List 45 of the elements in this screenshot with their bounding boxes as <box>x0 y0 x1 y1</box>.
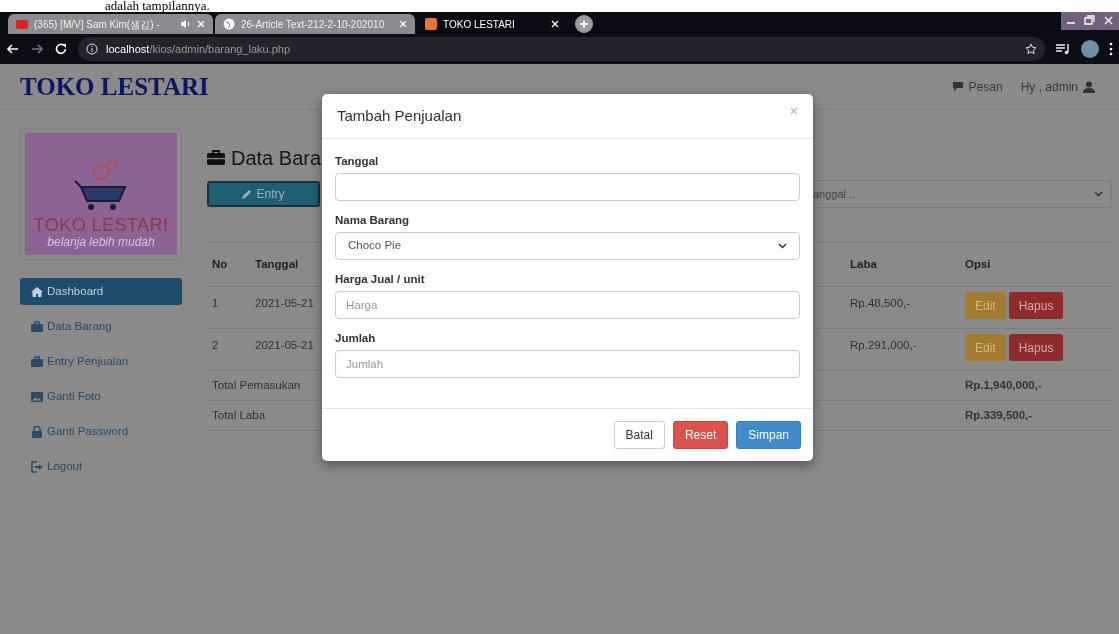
total-value: Rp.1,940,000,- <box>960 371 1112 401</box>
edit-button[interactable]: Edit <box>965 292 1006 319</box>
sidebar-nav-item[interactable]: Entry Penjualan <box>20 349 182 375</box>
reset-button[interactable]: Reset <box>672 421 729 449</box>
browser-tab[interactable]: TOKO LESTARI <box>417 14 567 34</box>
messages-link[interactable]: Pesan <box>951 77 1003 96</box>
delete-button[interactable]: Hapus <box>1008 292 1064 319</box>
column-header: Laba <box>845 243 960 287</box>
column-header: Opsi <box>960 243 1112 287</box>
field-label: Jumlah <box>335 331 377 345</box>
entry-button[interactable]: Entry <box>207 181 320 207</box>
table-cell: 2 <box>207 329 250 371</box>
date-filter-select[interactable]: anggal .. <box>813 180 1112 208</box>
logo-title: TOKO LESTARI <box>33 215 169 235</box>
input-field[interactable]: Jumlah <box>335 350 800 378</box>
modal-title: Tambah Penjualan <box>337 105 462 126</box>
date-filter-text: anggal .. <box>813 186 856 202</box>
browser-tab[interactable]: 26-Article Text-212-2-10-202010 <box>215 14 415 34</box>
table-cell: Rp.48,500,- <box>845 287 960 329</box>
total-value: Rp.339,500,- <box>960 401 1112 431</box>
column-header: No <box>207 243 250 287</box>
delete-button[interactable]: Hapus <box>1008 334 1064 361</box>
sidebar-nav-item[interactable]: Ganti Foto <box>20 384 182 410</box>
cancel-button[interactable]: Batal <box>613 421 665 449</box>
table-cell: Rp.291,000,- <box>845 329 960 371</box>
browser-tab[interactable]: (365) [M/V] Sam Kim(샘김) - <box>8 14 213 34</box>
input-field[interactable]: Harga <box>335 291 800 319</box>
url-text: localhost/kios/admin/barang_laku.php <box>106 41 291 57</box>
logo-tagline: belanja lebih mudah <box>47 235 155 249</box>
brand-title[interactable]: TOKO LESTARI <box>20 67 209 106</box>
sidebar-nav-item[interactable]: Data Barang <box>20 314 182 340</box>
edit-button[interactable]: Edit <box>965 334 1006 361</box>
item-select[interactable]: Choco Pie <box>335 232 800 260</box>
document-text: adalah tampilannya. <box>105 0 211 12</box>
save-button[interactable]: Simpan <box>736 421 801 449</box>
address-bar[interactable]: localhost/kios/admin/barang_laku.php <box>78 37 1045 61</box>
field-label: Harga Jual / unit <box>335 272 426 286</box>
table-cell: 1 <box>207 287 250 329</box>
field-label: Tanggal <box>335 154 380 168</box>
sidebar-nav-item[interactable]: Logout <box>20 454 182 480</box>
field-label: Nama Barang <box>335 213 411 227</box>
page-heading: Data Bara <box>231 146 322 171</box>
user-menu-link[interactable]: Hy , admin <box>1020 77 1095 96</box>
sidebar-nav-item[interactable]: Dashboard <box>20 278 182 305</box>
sidebar-nav-item[interactable]: Ganti Password <box>20 419 182 445</box>
